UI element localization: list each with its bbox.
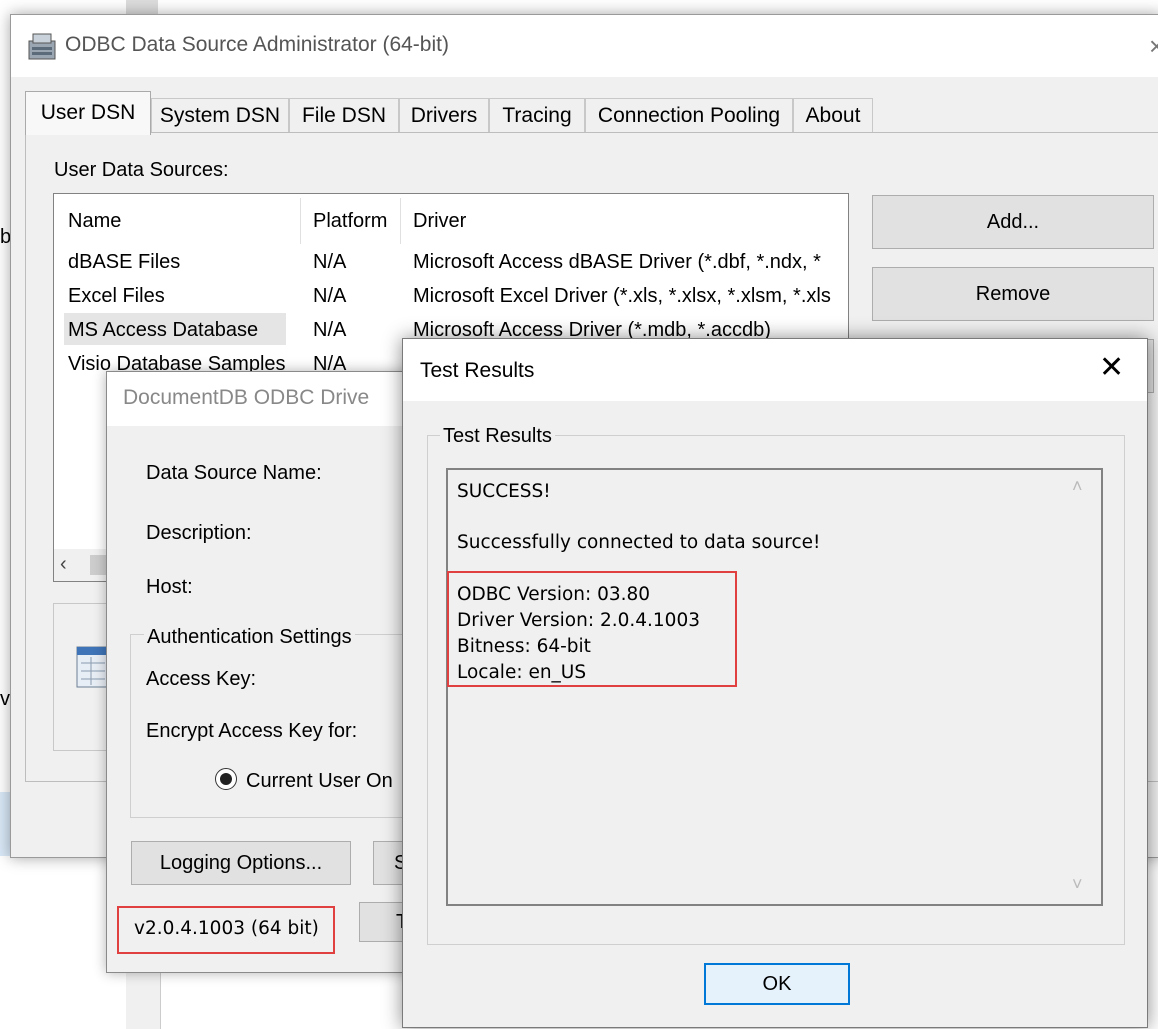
success-line: SUCCESS! — [457, 481, 551, 502]
tab-tracing[interactable]: Tracing — [489, 98, 585, 132]
access-key-label: Access Key: — [146, 668, 257, 690]
connected-line: Successfully connected to data source! — [457, 532, 821, 553]
authentication-settings-label: Authentication Settings — [144, 626, 355, 649]
tab-user-dsn[interactable]: User DSN — [25, 91, 151, 135]
host-label: Host: — [146, 576, 193, 598]
odbc-app-icon — [27, 31, 59, 61]
close-icon[interactable]: ✕ — [1099, 353, 1124, 383]
documentdb-config-dialog: DocumentDB ODBC Drive Data Source Name: … — [106, 371, 433, 973]
logging-options-button[interactable]: Logging Options... — [131, 841, 351, 885]
scroll-left-icon[interactable]: ‹ — [60, 553, 67, 576]
test-results-textarea[interactable]: SUCCESS! Successfully connected to data … — [446, 468, 1103, 906]
data-source-name-label: Data Source Name: — [146, 462, 322, 484]
row-driver: Microsoft Access dBASE Driver (*.dbf, *.… — [413, 251, 821, 273]
documentdb-dialog-title: DocumentDB ODBC Drive — [123, 386, 370, 409]
tab-drivers[interactable]: Drivers — [399, 98, 489, 132]
version-info-highlight-box — [447, 571, 737, 687]
column-header-name[interactable]: Name — [68, 210, 121, 233]
radio-selected-dot — [220, 773, 232, 785]
test-results-dialog: Test Results ✕ Test Results SUCCESS! Suc… — [402, 338, 1148, 1028]
row-name[interactable]: dBASE Files — [68, 251, 180, 274]
column-header-driver[interactable]: Driver — [413, 210, 466, 233]
scroll-down-icon[interactable]: ˅ — [1072, 874, 1083, 895]
background-panel — [0, 792, 10, 856]
scroll-up-icon[interactable]: ˄ — [1072, 476, 1083, 497]
current-user-radio-label[interactable]: Current User On — [246, 770, 393, 793]
row-driver: Microsoft Excel Driver (*.xls, *.xlsx, *… — [413, 285, 831, 307]
row-name[interactable]: Excel Files — [68, 285, 165, 308]
odbc-window-title: ODBC Data Source Administrator (64-bit) — [65, 33, 449, 56]
tab-system-dsn[interactable]: System DSN — [151, 98, 289, 132]
background-text: v — [0, 688, 10, 710]
row-platform: N/A — [313, 285, 347, 307]
tab-about[interactable]: About — [793, 98, 873, 132]
test-results-title: Test Results — [420, 359, 535, 382]
ok-button[interactable]: OK — [704, 963, 850, 1005]
column-divider — [400, 198, 401, 244]
current-user-radio[interactable] — [215, 768, 237, 790]
remove-button[interactable]: Remove — [872, 267, 1154, 321]
test-results-group-label: Test Results — [440, 425, 555, 448]
add-button[interactable]: Add... — [872, 195, 1154, 249]
background-scrollbar — [126, 0, 158, 14]
column-divider — [300, 198, 301, 244]
close-icon[interactable]: × — [1149, 31, 1158, 62]
row-name[interactable]: MS Access Database — [68, 319, 258, 342]
row-platform: N/A — [313, 251, 347, 273]
user-data-sources-label: User Data Sources: — [54, 159, 229, 181]
row-platform: N/A — [313, 319, 347, 341]
driver-version-label: v2.0.4.1003 (64 bit) — [134, 918, 319, 939]
description-label: Description: — [146, 522, 252, 544]
encrypt-access-key-label: Encrypt Access Key for: — [146, 720, 358, 742]
tab-file-dsn[interactable]: File DSN — [289, 98, 399, 132]
tab-connection-pooling[interactable]: Connection Pooling — [585, 98, 793, 132]
column-header-platform[interactable]: Platform — [313, 210, 387, 233]
